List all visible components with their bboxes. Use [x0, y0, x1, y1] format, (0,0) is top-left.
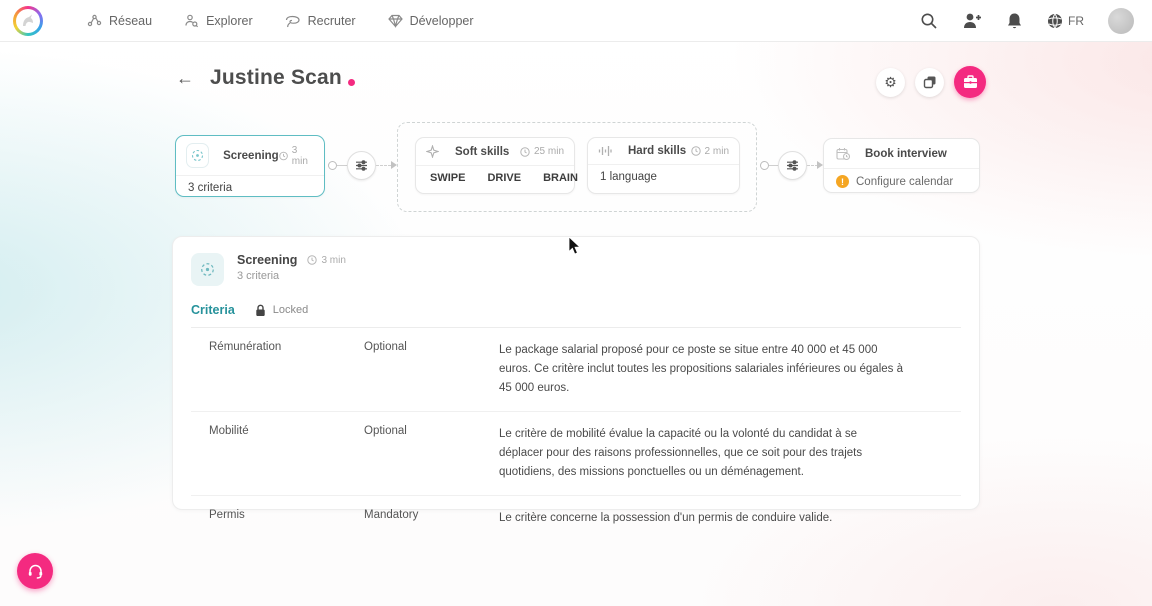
add-contact-icon[interactable] [962, 12, 982, 29]
tag: SWIPE [430, 172, 465, 184]
page-title: Justine Scan [210, 66, 342, 90]
stage-detail-panel: Screening 3 min 3 criteria Criteria Lock… [172, 236, 980, 510]
stage-duration: 25 min [520, 146, 564, 157]
connector-dot [328, 161, 337, 170]
criterion-description: Le critère concerne la possession d'un p… [499, 509, 904, 528]
nav-item-reseau[interactable]: Réseau [87, 13, 152, 28]
sliders-icon [786, 159, 799, 172]
stage-summary: 3 criteria [176, 176, 324, 200]
pipeline-canvas: Screening 3 min 3 criteria Soft skills [0, 118, 1152, 228]
connector-line [769, 165, 778, 166]
back-button[interactable]: ← [176, 69, 194, 87]
page-header: ← Justine Scan ⚙ [176, 66, 976, 90]
headset-icon [27, 563, 44, 580]
transition-settings-button[interactable] [347, 151, 376, 180]
publish-job-button[interactable] [954, 66, 986, 98]
header-actions: FR [920, 8, 1134, 34]
scan-target-icon [186, 143, 209, 168]
panel-duration: 3 min [307, 255, 345, 266]
criteria-row: Rémunération Optional Le package salaria… [191, 328, 961, 412]
lasso-icon [285, 14, 301, 28]
arrowhead-icon [391, 161, 397, 169]
tab-criteria[interactable]: Criteria [191, 303, 235, 317]
stage-card-hard-skills[interactable]: Hard skills 2 min 1 language [587, 137, 740, 194]
warning-icon: ! [836, 175, 849, 188]
panel-title: Screening [237, 253, 297, 267]
tag: BRAIN [543, 172, 578, 184]
nav-item-recruter[interactable]: Recruter [285, 14, 356, 28]
stage-card-book-interview[interactable]: Book interview ! Configure calendar [823, 138, 980, 193]
stage-title: Hard skills [628, 145, 686, 157]
stage-title: Screening [223, 150, 279, 162]
language-selector[interactable]: FR [1047, 13, 1084, 29]
settings-button[interactable]: ⚙ [876, 68, 905, 97]
criterion-description: Le package salarial proposé pour ce post… [499, 341, 904, 398]
clock-icon [279, 151, 288, 161]
copy-icon [923, 75, 937, 89]
stage-card-soft-skills[interactable]: Soft skills 25 min SWIPE DRIVE BRAIN [415, 137, 575, 194]
criterion-description: Le critère de mobilité évalue la capacit… [499, 425, 904, 482]
globe-icon [1047, 13, 1063, 29]
search-icon[interactable] [920, 12, 938, 30]
page-actions: ⚙ [876, 66, 986, 98]
scan-target-icon [191, 253, 224, 286]
nav-item-developper[interactable]: Développer [388, 14, 474, 28]
clock-icon [307, 255, 317, 265]
support-button[interactable] [17, 553, 53, 589]
nav-label: Réseau [109, 14, 152, 28]
gem-icon [388, 14, 403, 28]
criterion-name: Permis [209, 509, 364, 528]
user-avatar[interactable] [1108, 8, 1134, 34]
brand-dot [348, 79, 355, 86]
panel-subtitle: 3 criteria [237, 270, 346, 282]
calendar-clock-icon [836, 147, 850, 160]
connector-line [337, 165, 347, 166]
stage-title: Soft skills [455, 146, 509, 158]
criterion-name: Rémunération [209, 341, 364, 398]
mouse-cursor [568, 237, 581, 260]
explore-icon [184, 13, 199, 28]
sliders-icon [355, 159, 368, 172]
soft-skills-tags: SWIPE DRIVE BRAIN [416, 166, 574, 190]
app-screen: Réseau Explorer Recruter Développer [0, 0, 1152, 606]
criterion-requirement: Mandatory [364, 509, 499, 528]
top-nav-bar: Réseau Explorer Recruter Développer [0, 0, 1152, 42]
briefcase-icon [963, 75, 978, 89]
criterion-requirement: Optional [364, 341, 499, 398]
panel-tabs: Criteria Locked [173, 286, 979, 327]
stage-duration: 2 min [691, 146, 729, 157]
transition-settings-button[interactable] [778, 151, 807, 180]
stage-warning: ! Configure calendar [824, 169, 979, 194]
gear-icon: ⚙ [884, 74, 897, 91]
unicorn-logo-icon [16, 9, 40, 33]
language-code: FR [1068, 14, 1084, 28]
clock-icon [691, 146, 701, 156]
stage-title: Book interview [865, 148, 947, 160]
clock-icon [520, 147, 530, 157]
criterion-requirement: Optional [364, 425, 499, 482]
app-logo[interactable] [13, 6, 43, 36]
sparkle-icon [426, 145, 439, 158]
connector-dot [760, 161, 769, 170]
levels-icon [598, 145, 612, 157]
main-nav: Réseau Explorer Recruter Développer [87, 13, 474, 28]
criteria-row: Mobilité Optional Le critère de mobilité… [191, 412, 961, 496]
tag: DRIVE [487, 172, 521, 184]
nav-item-explorer[interactable]: Explorer [184, 13, 253, 28]
stage-card-screening[interactable]: Screening 3 min 3 criteria [175, 135, 325, 197]
locked-badge: Locked [255, 304, 308, 317]
stage-summary: 1 language [588, 165, 739, 189]
nav-label: Recruter [308, 14, 356, 28]
duplicate-button[interactable] [915, 68, 944, 97]
nav-label: Explorer [206, 14, 253, 28]
criteria-row: Permis Mandatory Le critère concerne la … [191, 496, 961, 541]
notifications-bell-icon[interactable] [1006, 12, 1023, 30]
nav-label: Développer [410, 14, 474, 28]
network-icon [87, 13, 102, 28]
connector-line-dashed [376, 165, 391, 166]
lock-icon [255, 304, 266, 317]
criterion-name: Mobilité [209, 425, 364, 482]
stage-duration: 3 min [279, 145, 314, 167]
